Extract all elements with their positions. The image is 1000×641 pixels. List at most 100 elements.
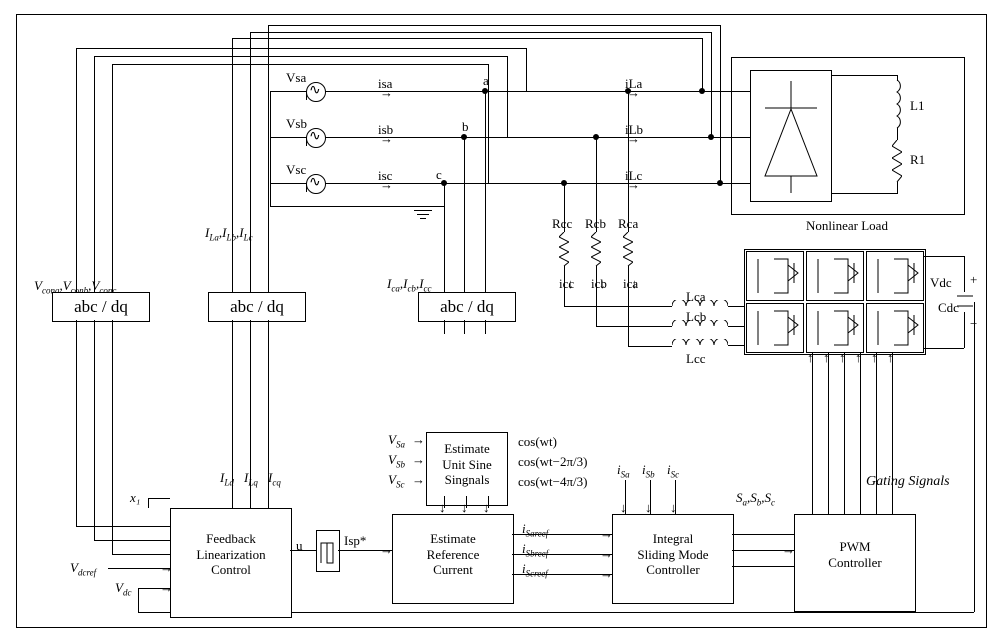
ic1v	[444, 207, 445, 292]
ref-h1	[512, 534, 612, 535]
vsa-in: VSa	[388, 432, 405, 450]
ground-icon	[414, 210, 432, 219]
vdc-fb-v2	[138, 588, 139, 612]
load-bot-h	[831, 193, 897, 194]
load-top-v	[897, 75, 898, 81]
line-phase-c	[325, 183, 781, 184]
node-rc	[561, 180, 567, 186]
gating-lbl: Gating Signals	[866, 474, 950, 490]
src-c-left	[306, 183, 307, 192]
dq1bh	[94, 540, 170, 541]
src-b-left-h	[270, 137, 306, 138]
sens1d	[526, 48, 527, 91]
dc-v	[964, 256, 965, 292]
x1-v	[148, 498, 149, 508]
lcc-label: Lcc	[686, 351, 705, 367]
ref-h3	[512, 574, 612, 575]
cos3: cos(wt−4π/3)	[518, 474, 588, 490]
isa-arrow-icon	[380, 85, 393, 101]
il2h	[250, 32, 711, 33]
dq3c	[485, 320, 486, 334]
vdc-lbl2: Vdc	[115, 580, 131, 598]
g6	[892, 353, 893, 514]
g6a	[887, 350, 894, 366]
rca-icon	[623, 232, 633, 266]
g2	[828, 353, 829, 514]
ica-arrow-icon	[631, 276, 638, 292]
neutral-to-gnd	[270, 206, 444, 207]
isc-arrow-icon	[380, 177, 393, 193]
isa-in: iSa	[617, 462, 630, 480]
dq1b	[94, 320, 95, 540]
dq3a	[444, 320, 445, 334]
src-b-left	[306, 137, 307, 146]
ic3v	[485, 207, 486, 292]
sens1h	[76, 48, 526, 49]
sabc-lbl: Sa,Sb,Sc	[736, 490, 775, 508]
src-c-left-h	[270, 183, 306, 184]
sens2h	[94, 56, 507, 57]
il1h	[232, 38, 702, 39]
neutral-gnd-v	[270, 183, 271, 206]
dc-bot	[924, 348, 964, 349]
h-lcc	[564, 306, 672, 307]
drop-c	[444, 183, 445, 207]
bridge-svg-icon	[751, 71, 831, 201]
load-top-h	[831, 75, 897, 76]
b-lbl: b	[462, 119, 469, 135]
r1-label: R1	[910, 152, 925, 168]
g1	[812, 353, 813, 514]
isc-in: iSc	[667, 462, 679, 480]
g3a	[839, 350, 846, 366]
x1-h	[148, 498, 170, 499]
nonlinear-load-label: Nonlinear Load	[806, 218, 888, 234]
source-vsa-icon	[306, 82, 326, 102]
icb-arrow-icon	[599, 276, 606, 292]
hysteresis-icon	[316, 530, 340, 572]
igbt-glyphs	[746, 251, 924, 353]
ilq-lbl: ILq	[244, 470, 258, 488]
dq1c	[112, 320, 113, 554]
drop-b	[464, 137, 465, 207]
node-rb	[593, 134, 599, 140]
isbref: iSbreef	[522, 541, 548, 559]
drop-a	[485, 91, 486, 207]
ra-up	[628, 91, 629, 232]
rcb-icon	[591, 232, 601, 266]
diagram-root: Vsa Vsb Vsc isa isb isc a b c iLa iLb iL…	[0, 0, 1000, 641]
isb-in: iSb	[642, 462, 655, 480]
h-lcb	[596, 326, 672, 327]
source-vsc-icon	[306, 174, 326, 194]
g1a	[807, 350, 814, 366]
estimate-ref-block: EstimateReferenceCurrent	[392, 514, 514, 604]
sens3d	[488, 64, 489, 183]
rcc-label: Rcc	[552, 216, 572, 232]
cos1: cos(wt)	[518, 434, 557, 450]
il3n	[717, 180, 723, 186]
isb-arrow-icon	[380, 131, 393, 147]
lcb-label: Lcb	[686, 309, 706, 325]
vsc-in: VSc	[388, 472, 404, 490]
load-mid-v	[897, 128, 898, 140]
g2a	[823, 350, 830, 366]
g4a	[855, 350, 862, 366]
lb-into-box	[731, 137, 750, 138]
feedback-block: FeedbackLinearizationControl	[170, 508, 292, 618]
l1-icon	[890, 80, 904, 128]
la-into-box	[731, 91, 750, 92]
line-phase-a	[325, 91, 781, 92]
src-a-left-h	[270, 91, 306, 92]
iscref: iScreef	[522, 561, 548, 579]
icc-arrow-icon	[567, 276, 574, 292]
sens1	[76, 48, 77, 292]
ild-lbl: ILd	[220, 470, 234, 488]
sabc-h1	[732, 534, 794, 535]
r1-icon	[892, 140, 902, 182]
vdc-fb-v1	[974, 302, 975, 612]
dq1ah	[76, 526, 170, 527]
sens3	[112, 64, 113, 292]
vsa-ar	[412, 432, 425, 448]
icb-v	[596, 266, 597, 326]
vsb-ar	[412, 452, 425, 468]
g3	[844, 353, 845, 514]
